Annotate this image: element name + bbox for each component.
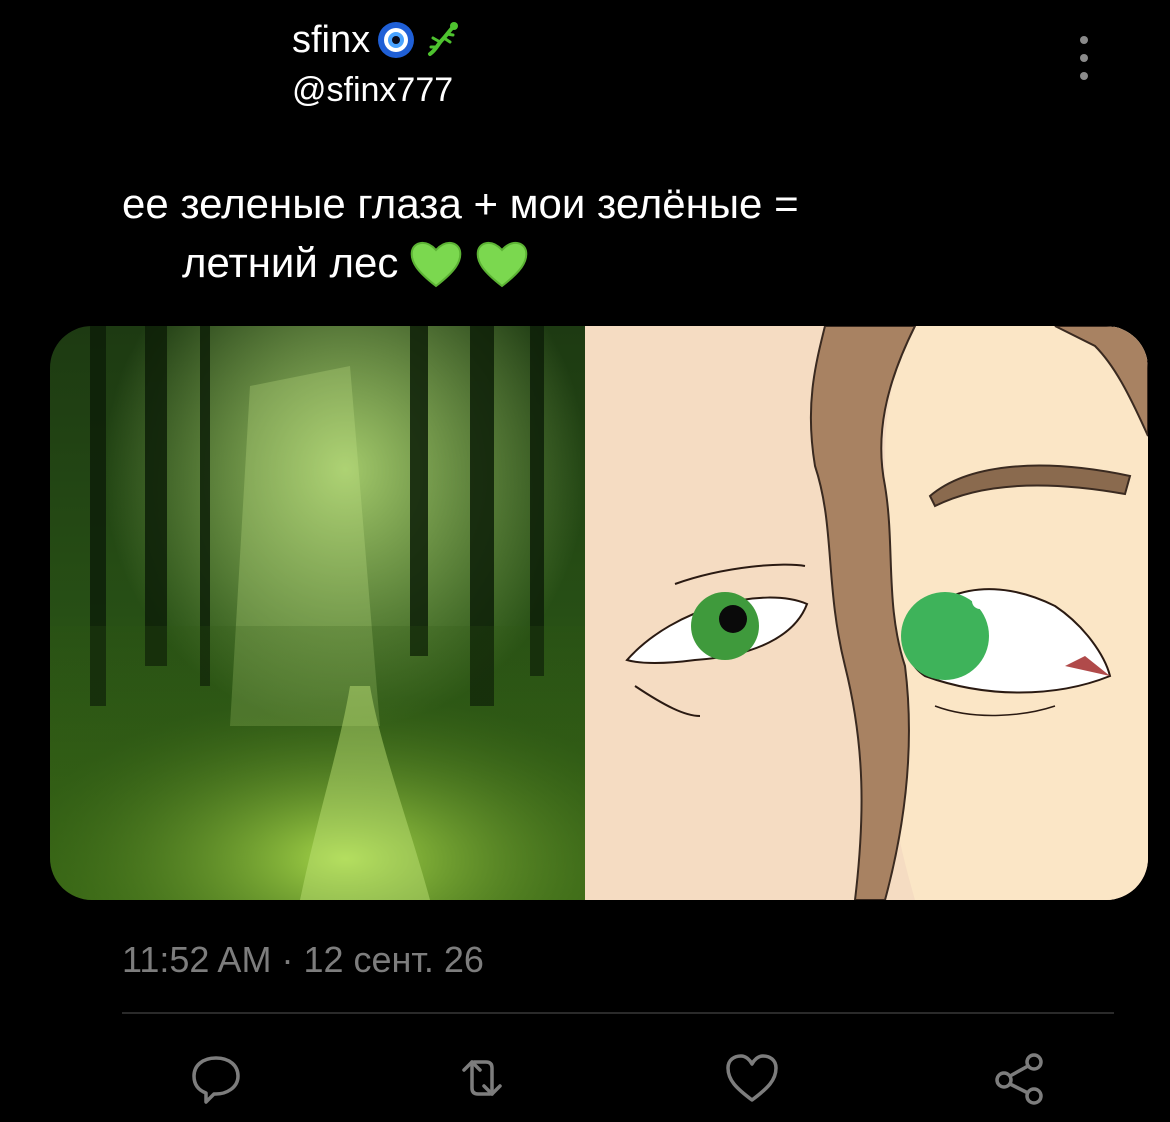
green-heart-icon xyxy=(411,242,462,288)
retweet-button[interactable] xyxy=(452,1048,512,1108)
retweet-icon xyxy=(462,1060,502,1096)
tweet-time: 11:52 AM xyxy=(122,939,272,980)
more-dot xyxy=(1080,72,1088,80)
like-button[interactable] xyxy=(722,1048,782,1108)
tweet-media[interactable] xyxy=(50,326,1148,900)
tweet-date: 12 сент. 26 xyxy=(303,939,484,980)
more-options-button[interactable] xyxy=(1066,36,1102,80)
forest-photo xyxy=(50,326,587,900)
display-name-text: sfinx xyxy=(292,19,371,61)
tweet-text-line-2: летний лес xyxy=(182,238,530,288)
more-dot xyxy=(1080,54,1088,62)
divider xyxy=(122,1012,1114,1014)
nazar-amulet-icon xyxy=(378,22,415,58)
tweet-timestamp[interactable]: 11:52 AM · 12 сент. 26 xyxy=(122,938,484,982)
author-handle[interactable]: @sfinx777 xyxy=(292,70,453,110)
lizard-icon xyxy=(428,22,459,56)
more-dot xyxy=(1080,36,1088,44)
tweet-text-line-2-label: летний лес xyxy=(182,239,399,286)
tweet-text-line-1: ее зеленые глаза + мои зелёные = xyxy=(122,180,799,227)
share-button[interactable] xyxy=(990,1048,1050,1108)
timestamp-separator: · xyxy=(281,939,294,980)
drawn-green-eyes-illustration xyxy=(585,326,1148,900)
share-icon xyxy=(995,1053,1043,1105)
green-heart-icon xyxy=(477,242,528,288)
author-display-name[interactable]: sfinx xyxy=(292,18,462,62)
reply-button[interactable] xyxy=(186,1048,246,1108)
like-icon xyxy=(726,1054,778,1102)
reply-icon xyxy=(192,1056,240,1104)
